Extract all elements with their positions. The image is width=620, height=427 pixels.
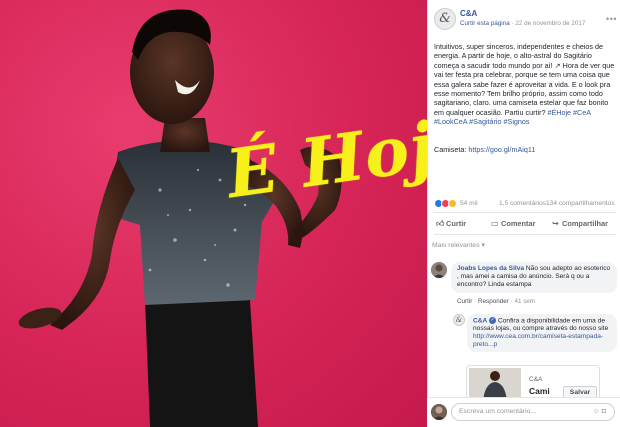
reply-author[interactable]: C&A	[473, 317, 487, 324]
comment-input[interactable]: Escreva um comentário... ☺◘	[451, 403, 615, 421]
reply-bubble: C&A ✓ Confira a disponibilidade em uma d…	[467, 314, 617, 353]
comment-reply-link[interactable]: Responder	[478, 298, 509, 305]
comment-composer: Escreva um comentário... ☺◘	[427, 397, 620, 427]
commenter-avatar[interactable]	[431, 262, 447, 278]
current-user-avatar[interactable]	[431, 404, 447, 420]
comment-bubble: Joabs Lopes da Silva Não sou adepto ao e…	[451, 262, 617, 293]
emoji-icon[interactable]: ☺	[593, 408, 602, 415]
comment-time[interactable]: 41 sem	[514, 298, 535, 305]
camera-icon[interactable]: ◘	[602, 408, 608, 415]
card-brand: C&A	[529, 376, 543, 383]
composer-icons: ☺◘	[593, 408, 608, 415]
comment-input-placeholder: Escreva um comentário...	[459, 408, 537, 415]
avatar-image	[431, 262, 447, 278]
model-illustration	[18, 9, 342, 427]
comment-like-link[interactable]: Curtir	[457, 298, 472, 305]
card-title[interactable]: Cami	[529, 386, 550, 396]
comment-meta: Curtir · Responder · 41 sem	[457, 298, 536, 305]
comments-section: Joabs Lopes da Silva Não sou adepto ao e…	[427, 0, 620, 397]
reply-link[interactable]: http://www.cea.com.br/camiseta-estampada…	[473, 333, 603, 348]
post-photo[interactable]: É Hoje	[0, 0, 427, 427]
verified-badge-icon: ✓	[489, 317, 497, 324]
avatar-image	[431, 404, 447, 420]
reply-author-avatar[interactable]: &	[453, 314, 465, 326]
comment-author[interactable]: Joabs Lopes da Silva	[457, 265, 524, 272]
